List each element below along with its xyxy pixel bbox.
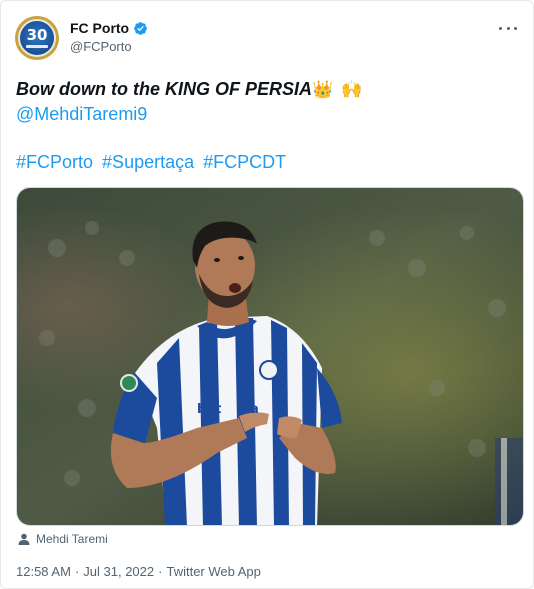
avatar-badge: 30 [18, 19, 56, 57]
tweet-time[interactable]: 12:58 AM [16, 564, 71, 579]
tweet-source[interactable]: Twitter Web App [166, 564, 260, 579]
player-photo-illustration: bet a [17, 188, 523, 525]
author-display-name[interactable]: FC Porto [70, 20, 129, 36]
tweet-headline: Bow down to the KING OF PERSIA [16, 79, 312, 99]
svg-text:bet: bet [197, 402, 221, 417]
more-options-icon[interactable] [499, 21, 517, 35]
tweet-text: Bow down to the KING OF PERSIA👑 🙌 @MehdiT… [16, 77, 516, 126]
tweet-photo[interactable]: bet a [16, 187, 524, 526]
hashtag-link[interactable]: #Supertaça [102, 152, 194, 172]
author-avatar[interactable]: 30 [15, 16, 59, 60]
hashtag-link[interactable]: #FCPCDT [203, 152, 286, 172]
meta-separator: · [158, 564, 163, 579]
raising-hands-emoji: 🙌 [341, 80, 363, 100]
tweet-date[interactable]: Jul 31, 2022 [83, 564, 154, 579]
author-handle[interactable]: @FCPorto [70, 39, 148, 54]
svg-text:a: a [250, 402, 259, 417]
mention-link[interactable]: @MehdiTaremi9 [16, 102, 516, 126]
tagged-person-name[interactable]: Mehdi Taremi [36, 532, 108, 546]
tweet-metadata: 12:58 AM · Jul 31, 2022 · Twitter Web Ap… [16, 564, 261, 579]
author-name-row: FC Porto [70, 20, 148, 36]
crown-emoji: 👑 [312, 80, 334, 100]
hashtag-list: #FCPorto #Supertaça #FCPCDT [16, 152, 290, 173]
person-icon [18, 533, 30, 545]
meta-separator: · [74, 564, 80, 579]
tweet-card: 30 FC Porto @FCPorto Bow down to the KIN… [0, 0, 534, 589]
hashtag-link[interactable]: #FCPorto [16, 152, 93, 172]
avatar-label: 30 [26, 26, 48, 44]
verified-badge-icon [134, 21, 148, 35]
tagged-people[interactable]: Mehdi Taremi [18, 532, 108, 546]
avatar-ribbon [26, 45, 48, 48]
author-info: FC Porto @FCPorto [70, 20, 148, 54]
